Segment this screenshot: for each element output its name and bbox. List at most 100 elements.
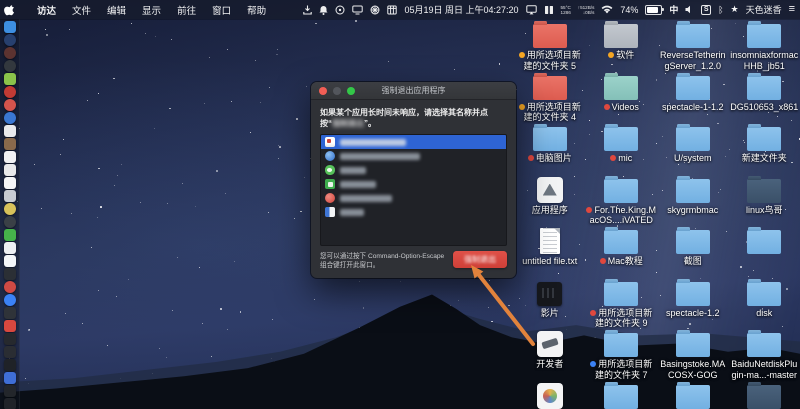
- dock-item-wechat[interactable]: [4, 229, 16, 241]
- desktop-icon[interactable]: spectacle-1.2: [658, 279, 728, 331]
- app-list-row[interactable]: [321, 177, 506, 191]
- download-icon[interactable]: [303, 5, 312, 15]
- dock-item-text-app-3[interactable]: [4, 177, 16, 189]
- desktop-icon[interactable]: For.The.King.MacOS....iVATED: [586, 176, 656, 228]
- airplay-icon[interactable]: [526, 5, 537, 15]
- list-menu-icon[interactable]: ≡: [789, 5, 795, 14]
- desktop-icon[interactable]: insomniaxformacHHB_jb51: [729, 21, 799, 73]
- dock-item-blue-app[interactable]: [4, 372, 16, 384]
- desktop-icon[interactable]: 用所选项目新建的文件夹 4: [515, 73, 585, 125]
- desktop-icon[interactable]: linux鸟哥: [729, 176, 799, 228]
- globe-icon[interactable]: [370, 5, 380, 15]
- dock-item-dark-blue-app[interactable]: [4, 34, 16, 46]
- desktop-icon[interactable]: Mac教程: [586, 227, 656, 279]
- bluetooth-icon[interactable]: ᛒ: [718, 5, 723, 15]
- dock-item-finder[interactable]: [4, 21, 16, 33]
- menu-item[interactable]: 帮助: [239, 3, 274, 17]
- compass-icon[interactable]: [335, 5, 345, 15]
- battery-icon[interactable]: [645, 5, 662, 15]
- network-monitor[interactable]: ↑512B/s ↓0B/s: [578, 5, 595, 15]
- app-list-row[interactable]: [321, 205, 506, 219]
- menu-item[interactable]: 前往: [169, 3, 204, 17]
- bell-icon[interactable]: [319, 5, 328, 15]
- desktop-icon[interactable]: 应用程序: [515, 176, 585, 228]
- menu-item[interactable]: 文件: [64, 3, 99, 17]
- menu-item[interactable]: 编辑: [99, 3, 134, 17]
- calendar-icon[interactable]: [387, 5, 397, 15]
- dock-item-notes[interactable]: [4, 125, 16, 137]
- desktop-icon[interactable]: 电脑图片: [515, 124, 585, 176]
- dialog-titlebar[interactable]: 强制退出应用程序: [311, 82, 516, 100]
- force-quit-button[interactable]: 强制退出: [453, 251, 507, 268]
- desktop-icon[interactable]: Basingstoke.MACOSX-GOG: [658, 330, 728, 382]
- app-list-row[interactable]: [321, 149, 506, 163]
- dock-item-photo-app[interactable]: [4, 242, 16, 254]
- wifi-icon[interactable]: [601, 5, 613, 14]
- dock-item-safari[interactable]: [4, 112, 16, 124]
- dock-item-dark-app-3[interactable]: [4, 346, 16, 358]
- menu-item[interactable]: 访达: [29, 3, 64, 17]
- folder-icon: [604, 385, 638, 409]
- dock-item-dark-chat[interactable]: [4, 216, 16, 228]
- desktop-icon[interactable]: untitled file.txt: [515, 227, 585, 279]
- desktop-icon[interactable]: spectacle-1-1.2: [658, 73, 728, 125]
- apple-menu[interactable]: [0, 4, 21, 16]
- volume-icon[interactable]: [685, 5, 694, 14]
- dock-item-dark-app-4[interactable]: [4, 398, 16, 409]
- spaces-icon[interactable]: [544, 5, 554, 15]
- desktop-icon[interactable]: 新建文件夹: [729, 124, 799, 176]
- dock-item-book-app[interactable]: [4, 138, 16, 150]
- app-list-row[interactable]: [321, 191, 506, 205]
- dock-item-photos[interactable]: [4, 307, 16, 319]
- desktop-icon[interactable]: 用所选项目新建的文件夹 5: [515, 21, 585, 73]
- clock[interactable]: 05月19日 周日 上午04:27:20: [404, 3, 518, 16]
- dock-item-yellow-app[interactable]: [4, 203, 16, 215]
- desktop-icon[interactable]: BaiduNetdiskPlugin-ma...-master: [729, 330, 799, 382]
- desktop-icon[interactable]: 用所选项目新建的文件夹 9: [586, 279, 656, 331]
- menu-item[interactable]: 显示: [134, 3, 169, 17]
- dock-item-shield-app[interactable]: [4, 320, 16, 332]
- app-list-row[interactable]: [321, 135, 506, 149]
- desktop-icon[interactable]: U/system: [658, 124, 728, 176]
- dock-item-dark-app-1[interactable]: [4, 268, 16, 280]
- desktop-icon[interactable]: ReverseTetheringServer_1.2.0: [658, 21, 728, 73]
- desktop-icon[interactable]: 用所选项目新建的文件夹 7: [586, 330, 656, 382]
- desktop-icon[interactable]: 用所选项目新建: [586, 382, 656, 409]
- desktop-icon[interactable]: 美国账号: [729, 382, 799, 409]
- dock-item-numbers[interactable]: [4, 255, 16, 267]
- dock-item-text-app-1[interactable]: [4, 151, 16, 163]
- desktop-icon[interactable]: DG510653_x861: [729, 73, 799, 125]
- desktop-icon[interactable]: 其他: [515, 382, 585, 409]
- desktop-icon[interactable]: 开发者: [515, 330, 585, 382]
- application-list[interactable]: [320, 134, 507, 246]
- menu-item[interactable]: 窗口: [204, 3, 239, 17]
- temperature-monitor[interactable]: 55°C 1286: [561, 5, 571, 15]
- dock-item-gray-app[interactable]: [4, 190, 16, 202]
- desktop-icon[interactable]: mic: [586, 124, 656, 176]
- dock-item-red-white-app[interactable]: [4, 99, 16, 111]
- proxy-icon[interactable]: S: [701, 5, 711, 15]
- dock-item-red-music[interactable]: [4, 86, 16, 98]
- desktop-icon[interactable]: 影片: [515, 279, 585, 331]
- app-list-row[interactable]: [321, 163, 506, 177]
- dock-item-y-app[interactable]: [4, 385, 16, 397]
- desktop-icon[interactable]: skygrmbmac: [658, 176, 728, 228]
- dock-item-dark-app-2[interactable]: [4, 333, 16, 345]
- desktop-icon[interactable]: 截图: [658, 227, 728, 279]
- desktop-icon[interactable]: 软件: [586, 21, 656, 73]
- dock-item-appstore[interactable]: [4, 294, 16, 306]
- dock-item-camera-app[interactable]: [4, 60, 16, 72]
- desktop-icon[interactable]: [729, 227, 799, 279]
- favorites-star-icon[interactable]: ★: [730, 4, 738, 15]
- dock-item-android-app[interactable]: [4, 73, 16, 85]
- desktop-icon[interactable]: v2ray-v3.22.: [658, 382, 728, 409]
- dock-item-text-app-2[interactable]: [4, 164, 16, 176]
- desktop-icon[interactable]: disk: [729, 279, 799, 331]
- dock-item-music[interactable]: [4, 281, 16, 293]
- dock-item-browser[interactable]: [4, 47, 16, 59]
- desktop-icon[interactable]: Videos: [586, 73, 656, 125]
- dock-item-terminal[interactable]: [4, 359, 16, 371]
- display-icon[interactable]: [352, 5, 363, 15]
- input-method[interactable]: 中: [669, 3, 678, 16]
- vpn-status[interactable]: 天色迷香: [746, 3, 782, 16]
